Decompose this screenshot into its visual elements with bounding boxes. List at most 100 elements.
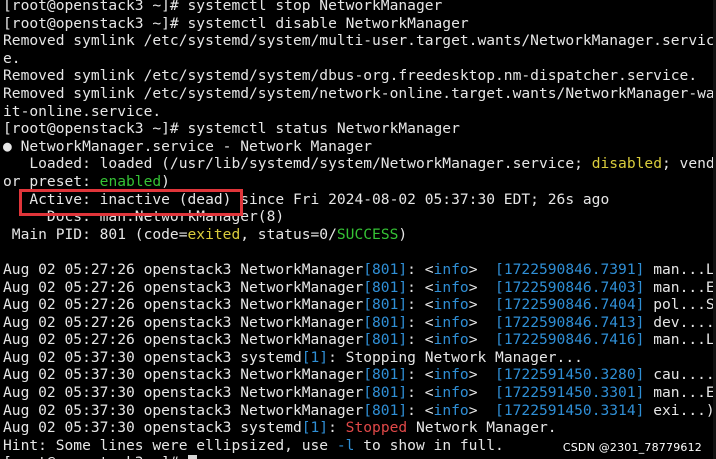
terminal-line: Aug 02 05:27:26 openstack3 NetworkManage…	[3, 331, 713, 349]
terminal-text-segment: dev....	[644, 313, 713, 331]
terminal-text-segment: [1722590846.7413]	[495, 313, 645, 331]
terminal-text-segment: [801]	[363, 384, 408, 402]
terminal-text-segment: >	[468, 401, 496, 419]
terminal-line: Removed symlink /etc/systemd/system/mult…	[3, 32, 713, 50]
terminal-text-segment: Aug 02 05:37:30 openstack3 systemd	[3, 419, 302, 437]
terminal-window[interactable]: [root@openstack3 ~]# systemctl stop Netw…	[0, 0, 716, 459]
terminal-line: Aug 02 05:27:26 openstack3 NetworkManage…	[3, 314, 713, 332]
terminal-text-segment: [1722591450.3280]	[495, 366, 645, 384]
terminal-text-segment: [1722591450.3301]	[495, 384, 645, 402]
terminal-line: ● NetworkManager.service - Network Manag…	[3, 138, 713, 156]
terminal-text-segment: [801]	[363, 313, 408, 331]
terminal-text-segment: info	[433, 401, 469, 419]
terminal-line: Main PID: 801 (code=exited, status=0/SUC…	[3, 226, 713, 244]
terminal-text-segment: pol...S	[644, 296, 713, 314]
terminal-line: Aug 02 05:37:30 openstack3 systemd[1]: S…	[3, 349, 713, 367]
terminal-text-segment: Removed symlink /etc/systemd/system/mult…	[3, 32, 713, 50]
terminal-text-segment: Aug 02 05:37:30 openstack3 NetworkManage…	[3, 384, 364, 402]
terminal-line: Removed symlink /etc/systemd/system/dbus…	[3, 67, 713, 85]
terminal-text-segment: Docs: man:NetworkManager(8)	[3, 208, 285, 226]
terminal-text-segment: >	[468, 260, 496, 278]
terminal-line: Aug 02 05:27:26 openstack3 NetworkManage…	[3, 296, 713, 314]
terminal-text-segment: >	[468, 384, 496, 402]
terminal-text-segment: [1722590846.7404]	[495, 296, 645, 314]
terminal-text-segment: it-online.service.	[3, 102, 162, 120]
terminal-text-segment: Aug 02 05:37:30 openstack3 NetworkManage…	[3, 366, 364, 384]
terminal-line: Removed symlink /etc/systemd/system/netw…	[3, 85, 713, 103]
terminal-text-segment: Removed symlink /etc/systemd/system/dbus…	[3, 67, 698, 85]
terminal-text-segment: [1]	[301, 419, 329, 437]
terminal-text-segment: enabled	[99, 172, 162, 190]
terminal-text-segment: >	[468, 296, 496, 314]
terminal-text-segment: : <	[407, 384, 434, 402]
terminal-text-segment: cau....	[644, 366, 713, 384]
terminal-text-segment: : <	[407, 401, 434, 419]
terminal-line: Active: inactive (dead) since Fri 2024-0…	[3, 191, 713, 209]
terminal-text-segment: : <	[407, 313, 434, 331]
terminal-text-segment: : <	[407, 366, 434, 384]
terminal-text-segment: [root@openstack3 ~]# systemctl status Ne…	[3, 120, 460, 138]
terminal-line: Docs: man:NetworkManager(8)	[3, 208, 713, 226]
terminal-text-segment: >	[468, 331, 496, 349]
terminal-text-segment: info	[433, 313, 469, 331]
terminal-text-segment: info	[433, 278, 469, 296]
terminal-text-segment: man...E	[644, 278, 713, 296]
terminal-text-segment: Aug 02 05:27:26 openstack3 NetworkManage…	[3, 278, 364, 296]
terminal-line: e.	[3, 50, 713, 68]
terminal-text-segment: man...L	[644, 331, 713, 349]
terminal-text-segment: -l	[336, 436, 355, 454]
terminal-text-segment: :	[328, 419, 346, 437]
terminal-text-segment: [1722590846.7391]	[495, 260, 645, 278]
terminal-line: Aug 02 05:27:26 openstack3 NetworkManage…	[3, 261, 713, 279]
terminal-text-segment: SUCCESS	[336, 225, 399, 243]
terminal-text-segment: [root@openstack3 ~]# systemctl disable N…	[3, 14, 469, 32]
terminal-line: Aug 02 05:27:26 openstack3 NetworkManage…	[3, 279, 713, 297]
terminal-text-segment: ● NetworkManager.service - Network Manag…	[3, 137, 373, 155]
terminal-text-segment: Aug 02 05:27:26 openstack3 NetworkManage…	[3, 313, 364, 331]
terminal-text-segment: man...L	[644, 260, 713, 278]
terminal-text-segment: Aug 02 05:37:30 openstack3 systemd	[3, 348, 302, 366]
text-cursor	[187, 455, 197, 459]
terminal-text-segment: Removed symlink /etc/systemd/system/netw…	[3, 84, 713, 102]
terminal-text-segment: or preset:	[3, 172, 100, 190]
terminal-text-segment: >	[468, 366, 496, 384]
terminal-text-segment: , status=0/	[240, 225, 337, 243]
terminal-text-segment: [801]	[363, 278, 408, 296]
terminal-text-segment: disabled	[591, 155, 662, 173]
terminal-text-segment: [801]	[363, 260, 408, 278]
terminal-text-segment: >	[468, 278, 496, 296]
terminal-text-segment: info	[433, 260, 469, 278]
terminal-text-segment: exi...)	[644, 401, 713, 419]
terminal-text-segment: Main PID: 801 (code=	[3, 225, 188, 243]
terminal-line: Aug 02 05:37:30 openstack3 NetworkManage…	[3, 366, 713, 384]
terminal-text-segment: info	[433, 331, 469, 349]
terminal-line: [root@openstack3 ~]# systemctl disable N…	[3, 15, 713, 33]
terminal-text-segment: [1722590846.7403]	[495, 278, 645, 296]
terminal-text-segment: man...E	[644, 384, 713, 402]
terminal-text-segment: [root@openstack3 ~]# systemctl stop Netw…	[3, 0, 443, 14]
terminal-text-segment: [root@openstack3 ~]#	[3, 454, 188, 459]
terminal-line: it-online.service.	[3, 103, 713, 121]
terminal-line: or preset: enabled)	[3, 173, 713, 191]
terminal-text-segment: : <	[407, 260, 434, 278]
terminal-text-segment: Aug 02 05:27:26 openstack3 NetworkManage…	[3, 260, 364, 278]
terminal-line: [root@openstack3 ~]# systemctl status Ne…	[3, 120, 713, 138]
terminal-text-segment: info	[433, 384, 469, 402]
terminal-text-segment: : <	[407, 278, 434, 296]
terminal-text-segment: ; vend	[661, 155, 713, 173]
terminal-text-segment: to show in full.	[354, 436, 504, 454]
terminal-text-segment: : <	[407, 331, 434, 349]
terminal-text-segment: info	[433, 296, 469, 314]
terminal-line: Aug 02 05:37:30 openstack3 systemd[1]: S…	[3, 419, 713, 437]
terminal-text-segment: [801]	[363, 366, 408, 384]
terminal-text-segment: : <	[407, 296, 434, 314]
terminal-text-segment: Aug 02 05:27:26 openstack3 NetworkManage…	[3, 331, 364, 349]
terminal-text-segment: e.	[3, 49, 21, 67]
terminal-text-segment: Network Manager.	[407, 419, 557, 437]
terminal-line: Loaded: loaded (/usr/lib/systemd/system/…	[3, 155, 713, 173]
watermark-text: CSDN @2301_78779612	[562, 441, 702, 454]
terminal-text-segment: [801]	[363, 401, 408, 419]
terminal-text-segment: )	[398, 225, 408, 243]
terminal-output: [root@openstack3 ~]# systemctl stop Netw…	[3, 0, 713, 459]
